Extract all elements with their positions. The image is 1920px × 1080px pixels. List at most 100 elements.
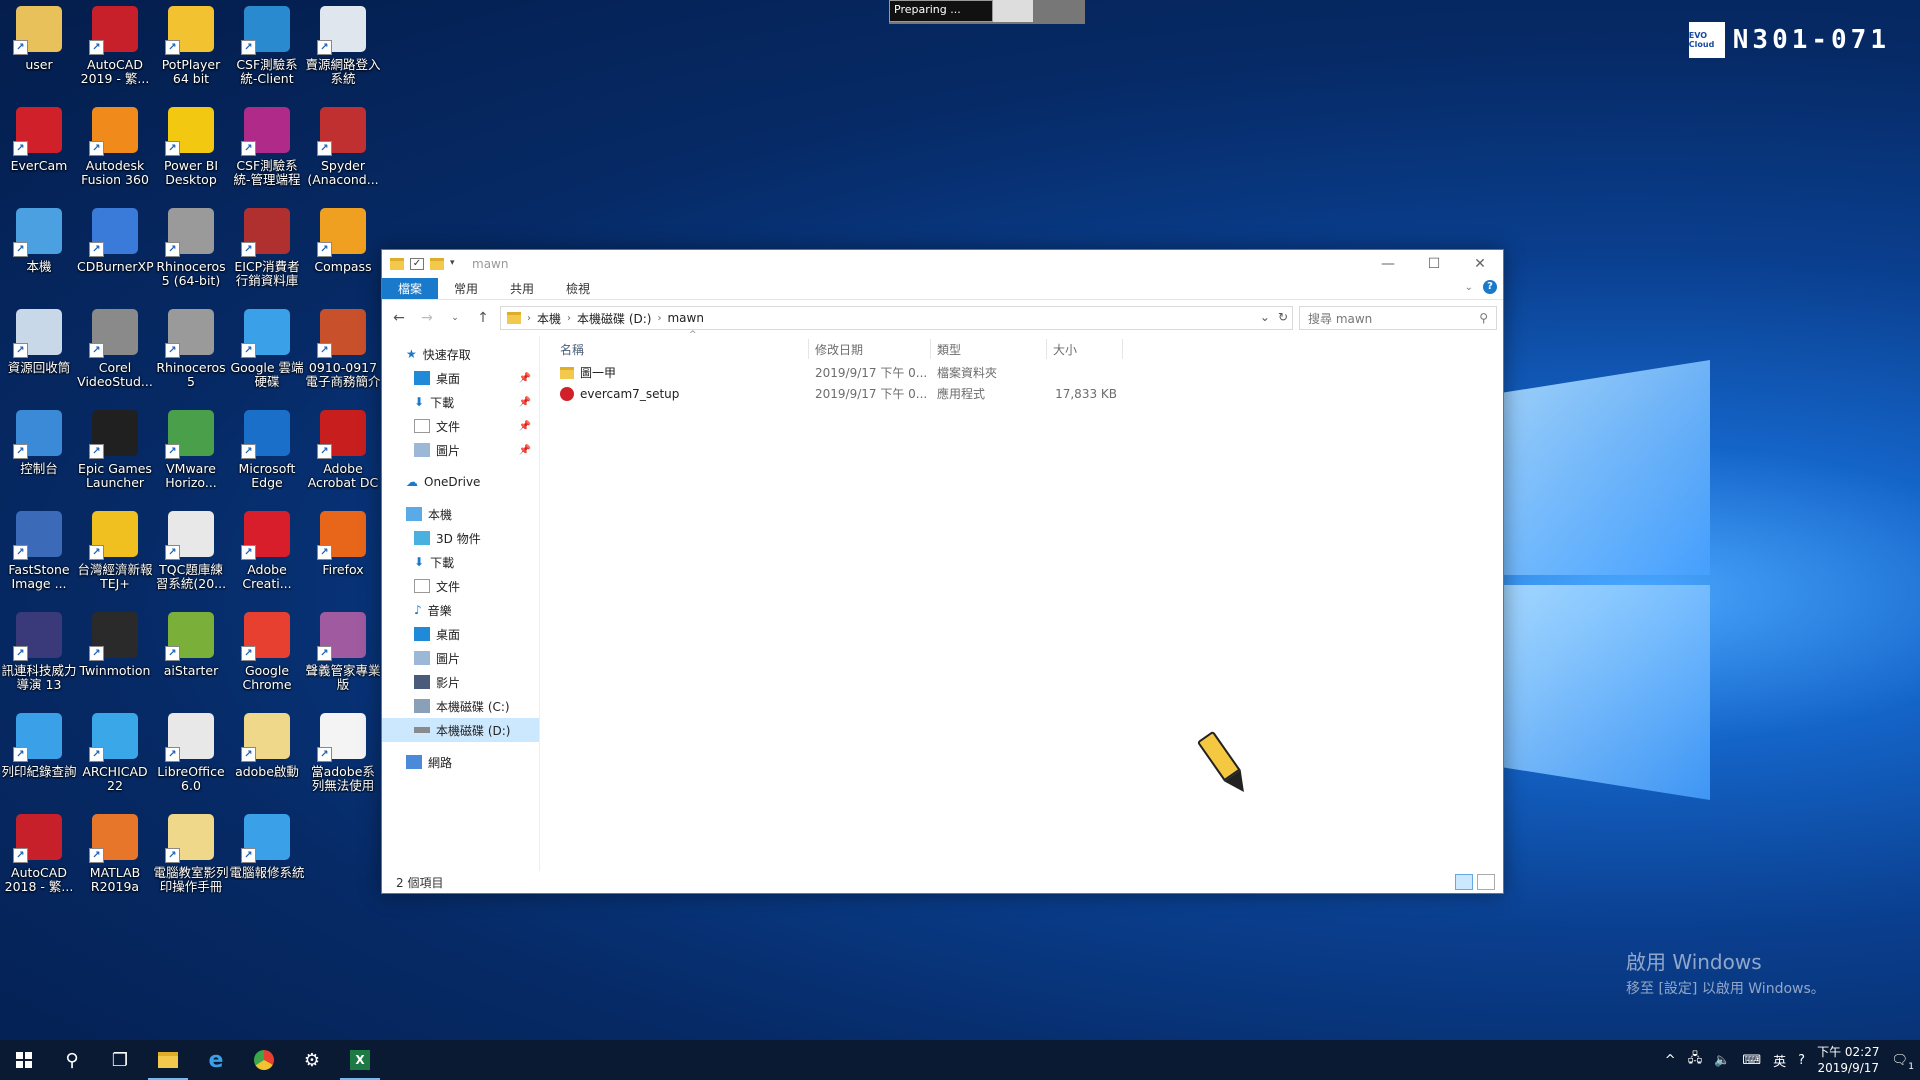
taskbar-excel[interactable]: X bbox=[336, 1040, 384, 1080]
new-folder-icon[interactable] bbox=[430, 258, 444, 270]
desktop-shortcut[interactable]: user bbox=[1, 6, 77, 72]
minimize-button[interactable]: — bbox=[1365, 250, 1411, 278]
desktop-shortcut[interactable]: Google Chrome bbox=[229, 612, 305, 692]
desktop-shortcut[interactable]: 台灣經濟新報 TEJ+ bbox=[77, 511, 153, 591]
desktop-shortcut[interactable]: Autodesk Fusion 360 bbox=[77, 107, 153, 187]
desktop-shortcut[interactable]: Adobe Creati... bbox=[229, 511, 305, 591]
desktop-shortcut[interactable]: AutoCAD 2018 - 繁... bbox=[1, 814, 77, 894]
desktop-shortcut[interactable]: Epic Games Launcher bbox=[77, 410, 153, 490]
nav-desktop[interactable]: 桌面 bbox=[382, 622, 539, 646]
address-bar[interactable]: › 本機 › 本機磁碟 (D:) › mawn ⌄ ↻ bbox=[500, 306, 1293, 330]
address-dropdown-icon[interactable]: ⌄ bbox=[1260, 310, 1270, 324]
nav-this-pc[interactable]: 本機 bbox=[382, 502, 539, 526]
forward-arrow-icon[interactable]: → bbox=[416, 310, 438, 326]
help-tray-icon[interactable]: ? bbox=[1798, 1053, 1805, 1068]
search-button[interactable]: ⚲ bbox=[48, 1040, 96, 1080]
pin-icon[interactable]: 📌 bbox=[519, 397, 531, 408]
file-row[interactable]: 圖一甲 2019/9/17 下午 0... 檔案資料夾 bbox=[554, 362, 1503, 383]
network-icon[interactable]: 🖧 bbox=[1688, 1049, 1703, 1071]
desktop-shortcut[interactable]: 當adobe系列無法使用 bbox=[305, 713, 381, 793]
column-name[interactable]: 名稱 bbox=[554, 339, 809, 359]
desktop-shortcut[interactable]: CSF測驗系統-Client端... bbox=[229, 6, 305, 86]
large-icons-view-icon[interactable] bbox=[1477, 874, 1495, 890]
nav-3d-objects[interactable]: 3D 物件 bbox=[382, 526, 539, 550]
clock[interactable]: 下午 02:27 2019/9/17 bbox=[1817, 1044, 1879, 1076]
column-size[interactable]: 大小 bbox=[1047, 339, 1123, 359]
desktop-shortcut[interactable]: AutoCAD 2019 - 繁... bbox=[77, 6, 153, 86]
desktop-shortcut[interactable]: TQC題庫練習系統(20... bbox=[153, 511, 229, 591]
taskbar-chrome[interactable] bbox=[240, 1040, 288, 1080]
column-date[interactable]: 修改日期 bbox=[809, 339, 931, 359]
desktop-shortcut[interactable]: 聲義管家專業版 bbox=[305, 612, 381, 692]
up-arrow-icon[interactable]: ↑ bbox=[472, 310, 494, 326]
desktop-shortcut[interactable]: CDBurnerXP bbox=[77, 208, 153, 274]
nav-quick-pictures[interactable]: 圖片 📌 bbox=[382, 438, 539, 462]
customize-quick-access-icon[interactable]: ▾ bbox=[450, 258, 464, 270]
desktop-shortcut[interactable]: Rhinoceros 5 bbox=[153, 309, 229, 389]
title-bar[interactable]: ✓ ▾ mawn — ☐ ✕ bbox=[382, 250, 1503, 278]
task-view-button[interactable]: ❐ bbox=[96, 1040, 144, 1080]
desktop-shortcut[interactable]: Corel VideoStud... bbox=[77, 309, 153, 389]
desktop-shortcut[interactable]: Spyder (Anacond... bbox=[305, 107, 381, 187]
tab-share[interactable]: 共用 bbox=[494, 278, 550, 299]
desktop-shortcut[interactable]: VMware Horizo... bbox=[153, 410, 229, 490]
breadcrumb-this-pc[interactable]: 本機 bbox=[537, 310, 561, 327]
start-button[interactable] bbox=[0, 1040, 48, 1080]
volume-icon[interactable]: 🔈 bbox=[1714, 1053, 1730, 1068]
column-type[interactable]: 類型 bbox=[931, 339, 1047, 359]
desktop-shortcut[interactable]: adobe啟動 bbox=[229, 713, 305, 779]
recent-locations-icon[interactable]: ⌄ bbox=[444, 313, 466, 323]
desktop-shortcut[interactable]: 列印紀錄查詢 bbox=[1, 713, 77, 779]
tab-home[interactable]: 常用 bbox=[438, 278, 494, 299]
taskbar-ie[interactable]: e bbox=[192, 1040, 240, 1080]
action-center-icon[interactable]: 🗨 1 bbox=[1891, 1053, 1914, 1072]
file-explorer-window[interactable]: ✓ ▾ mawn — ☐ ✕ 檔案 常用 共用 檢視 ⌄ ? ← → ⌄ ↑ ›… bbox=[381, 249, 1504, 894]
nav-quick-desktop[interactable]: 桌面 📌 bbox=[382, 366, 539, 390]
pin-icon[interactable]: 📌 bbox=[519, 421, 531, 432]
desktop-shortcut[interactable]: MATLAB R2019a bbox=[77, 814, 153, 894]
pin-icon[interactable]: 📌 bbox=[519, 445, 531, 456]
desktop-shortcut[interactable]: 電腦報修系統 bbox=[229, 814, 305, 880]
details-view-icon[interactable] bbox=[1455, 874, 1473, 890]
nav-music[interactable]: ♪ 音樂 bbox=[382, 598, 539, 622]
desktop-shortcut[interactable]: 控制台 bbox=[1, 410, 77, 476]
desktop-shortcut[interactable]: 本機 bbox=[1, 208, 77, 274]
desktop-shortcut[interactable]: PotPlayer 64 bit bbox=[153, 6, 229, 86]
help-icon[interactable]: ? bbox=[1483, 280, 1497, 294]
expand-ribbon-icon[interactable]: ⌄ bbox=[1465, 282, 1473, 293]
nav-drive-c[interactable]: 本機磁碟 (C:) bbox=[382, 694, 539, 718]
desktop-shortcut[interactable]: EverCam bbox=[1, 107, 77, 173]
back-arrow-icon[interactable]: ← bbox=[388, 310, 410, 326]
desktop-shortcut[interactable]: Adobe Acrobat DC bbox=[305, 410, 381, 490]
close-button[interactable]: ✕ bbox=[1457, 250, 1503, 278]
nav-quick-access[interactable]: ★ 快速存取 bbox=[382, 342, 539, 366]
nav-downloads[interactable]: ⬇ 下載 bbox=[382, 550, 539, 574]
nav-videos[interactable]: 影片 bbox=[382, 670, 539, 694]
desktop-shortcut[interactable]: Firefox bbox=[305, 511, 381, 577]
tab-file[interactable]: 檔案 bbox=[382, 278, 439, 299]
desktop-shortcut[interactable]: 電腦教室影列印操作手冊 bbox=[153, 814, 229, 894]
desktop-shortcut[interactable]: 資源回收筒 bbox=[1, 309, 77, 375]
refresh-icon[interactable]: ↻ bbox=[1278, 310, 1288, 324]
taskbar-settings[interactable]: ⚙ bbox=[288, 1040, 336, 1080]
maximize-button[interactable]: ☐ bbox=[1411, 250, 1457, 278]
desktop-shortcut[interactable]: 賣源網路登入系統 bbox=[305, 6, 381, 86]
desktop-shortcut[interactable]: Power BI Desktop bbox=[153, 107, 229, 187]
keyboard-icon[interactable]: ⌨ bbox=[1742, 1053, 1761, 1068]
pin-icon[interactable]: 📌 bbox=[519, 373, 531, 384]
file-row[interactable]: evercam7_setup 2019/9/17 下午 0... 應用程式 17… bbox=[554, 383, 1503, 404]
chevron-up-icon[interactable]: ^ bbox=[1665, 1053, 1676, 1068]
desktop-shortcut[interactable]: CSF測驗系統-管理端程式 bbox=[229, 107, 305, 187]
desktop-shortcut[interactable]: LibreOffice 6.0 bbox=[153, 713, 229, 793]
tab-view[interactable]: 檢視 bbox=[550, 278, 606, 299]
desktop-shortcut[interactable]: aiStarter bbox=[153, 612, 229, 678]
desktop-shortcut[interactable]: Rhinoceros 5 (64-bit) bbox=[153, 208, 229, 288]
nav-onedrive[interactable]: ☁ OneDrive bbox=[382, 470, 539, 494]
desktop-shortcut[interactable]: Compass bbox=[305, 208, 381, 274]
desktop-shortcut[interactable]: Microsoft Edge bbox=[229, 410, 305, 490]
breadcrumb-drive-d[interactable]: 本機磁碟 (D:) bbox=[577, 310, 651, 327]
nav-quick-documents[interactable]: 文件 📌 bbox=[382, 414, 539, 438]
ime-indicator[interactable]: 英 bbox=[1773, 1051, 1786, 1070]
nav-documents[interactable]: 文件 bbox=[382, 574, 539, 598]
desktop-shortcut[interactable]: Twinmotion bbox=[77, 612, 153, 678]
